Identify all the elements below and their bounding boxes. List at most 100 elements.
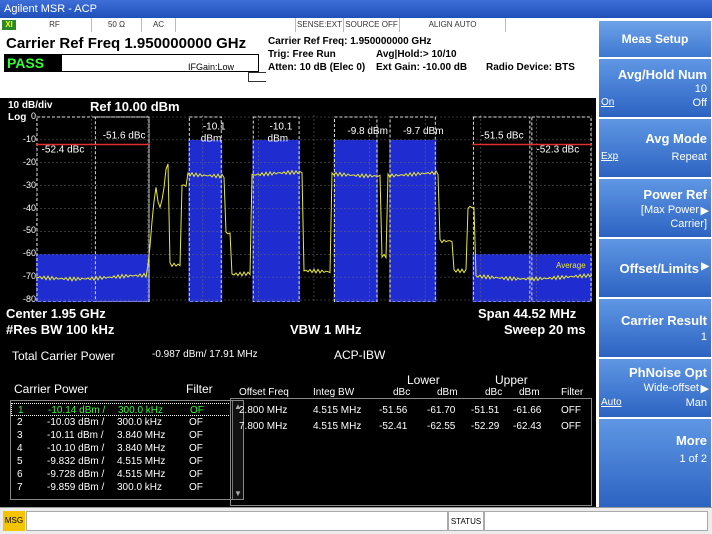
offset-freq-header: Offset Freq (239, 387, 289, 398)
offset-cell-bw: 4.515 MHz (313, 421, 362, 432)
offset-cell-filter: OFF (561, 421, 581, 432)
carrier-power-list[interactable]: 1 -10.14 dBm /300.0 kHz OF 2 -10.03 dBm / 300… (10, 400, 244, 500)
carrier-ref-freq-title: Carrier Ref Freq 1.950000000 GHz (6, 35, 247, 52)
msg-indicator[interactable]: MSG (3, 511, 25, 531)
carrier-row[interactable]: 2 -10.03 dBm / 300.0 kHz OF (11, 416, 233, 429)
offset-cell-udbc: -52.29 (471, 421, 500, 432)
carrier-cell-p: -10.03 dBm / (47, 417, 105, 428)
span: Span 44.52 MHz (478, 306, 577, 321)
trigger-icon (248, 72, 266, 82)
carrier-cell-bw: 4.515 MHz (117, 469, 166, 480)
offset-box-label: -52.3 dBc (536, 144, 579, 155)
carrier-row[interactable]: 1 -10.14 dBm /300.0 kHz OF (11, 403, 233, 416)
resolution-bandwidth: #Res BW 100 kHz (6, 322, 115, 337)
ext-gain: Ext Gain: -10.00 dB (376, 62, 468, 73)
ref-level: Ref 10.00 dBm (90, 99, 180, 114)
offset-cell-udbc: -51.51 (471, 405, 500, 416)
power-ref-line1: [Max Power (640, 204, 699, 216)
phnoise-auto: Auto (601, 397, 622, 408)
spectrum-plot[interactable]: -52.4 dBc-51.6 dBc-10.1dBm-10.1dBm-9.8 d… (36, 115, 592, 302)
y-tick-label: -60 (22, 248, 36, 259)
carrier-cell-p: -9.859 dBm / (47, 482, 105, 493)
average-label: Average (556, 261, 586, 270)
measurement-header: Carrier Ref Freq 1.950000000 GHz PASS IF… (0, 32, 596, 98)
acp-mode: ACP-IBW (334, 348, 386, 362)
channel-band (188, 139, 223, 302)
carrier-cell-bw: 3.840 MHz (117, 430, 166, 441)
carrier-cell-n: 2 (17, 417, 23, 428)
avg-mode-exp: Exp (601, 151, 619, 162)
offset-cell-freq: 7.800 MHz (239, 421, 288, 432)
carrier-cell-p: -10.11 dBm / (47, 430, 104, 441)
avg-hold-off: Off (692, 97, 707, 109)
offset-box-label: -9.7 dBm (403, 126, 444, 137)
carrier-cell-f: OF (189, 443, 203, 454)
carrier-row[interactable]: 3 -10.11 dBm / 3.840 MHz OF (11, 429, 233, 442)
video-bandwidth: VBW 1 MHz (290, 322, 362, 337)
carrier-cell-bw: 300.0 kHz (117, 417, 163, 428)
carrier-cell-n: 6 (17, 469, 23, 480)
y-tick-label: -40 (22, 202, 36, 213)
phnoise-opt-softkey[interactable]: PhNoise Opt Wide-offset ▶ Auto Man (599, 359, 711, 417)
avg-mode-softkey[interactable]: Avg Mode Exp Repeat (599, 119, 711, 177)
spectrum-display[interactable]: 10 dB/div Ref 10.00 dBm Log 0 -10 -20 -30 -4… (0, 98, 596, 342)
carrier-result-softkey[interactable]: Carrier Result 1 (599, 299, 711, 357)
pass-indicator: PASS (4, 54, 62, 72)
attenuation: Atten: 10 dB (Elec 0) (268, 62, 366, 73)
carrier-row[interactable]: 7 -9.859 dBm / 300.0 kHz OF (11, 481, 233, 494)
phnoise-man: Man (685, 397, 707, 409)
carrier-cell-bw: 3.840 MHz (117, 443, 166, 454)
scale-per-div: 10 dB/div (8, 100, 53, 111)
offset-box-label-unit: dBm (268, 134, 289, 145)
more-page: 1 of 2 (679, 453, 707, 465)
status-bar: MSG STATUS (0, 507, 712, 534)
y-tick-label: -20 (22, 156, 36, 167)
y-tick-label: -70 (22, 271, 36, 282)
offset-limits-title: Offset/Limits (619, 261, 699, 276)
softkey-panel: Meas Setup Avg/Hold Num 10 On Off Avg Mo… (596, 18, 712, 507)
power-ref-arrow-icon: ▶ (700, 205, 709, 217)
offset-cell-filter: OFF (561, 405, 581, 416)
carrier-row[interactable]: 4 -10.10 dBm / 3.840 MHz OF (11, 442, 233, 455)
y-tick-label: -50 (22, 225, 36, 236)
carrier-filter-label: Filter (186, 382, 213, 396)
toolbar-rf: RF (18, 18, 92, 32)
y-tick-label: -30 (22, 179, 36, 190)
carrier-result-value: 1 (700, 331, 707, 343)
carrier-cell-f: OF (189, 430, 203, 441)
carrier-cell-p: -9.832 dBm / (47, 456, 105, 467)
phnoise-title: PhNoise Opt (628, 365, 707, 380)
integ-bw-header: Integ BW (313, 387, 355, 398)
status-label[interactable]: STATUS (448, 511, 484, 531)
offset-cell-bw: 4.515 MHz (313, 405, 362, 416)
sweep-time: Sweep 20 ms (504, 322, 586, 337)
channel-band (333, 139, 378, 302)
avg-hold-num-softkey[interactable]: Avg/Hold Num 10 On Off (599, 59, 711, 117)
status-field (484, 511, 708, 531)
carrier-row[interactable]: 5 -9.832 dBm / 4.515 MHz OF (11, 455, 233, 468)
toolbar-impedance: 50 Ω (92, 18, 142, 32)
more-softkey[interactable]: More 1 of 2 (599, 419, 711, 507)
power-ref-softkey[interactable]: Power Ref [Max Power ▶ Carrier] (599, 179, 711, 237)
phnoise-line1: Wide-offset (643, 382, 699, 394)
offset-cell-ldbc: -51.56 (379, 405, 408, 416)
power-ref-title: Power Ref (643, 187, 707, 202)
lower-header: Lower (407, 373, 440, 387)
carrier-result-title: Carrier Result (621, 313, 707, 328)
carrier-cell-n: 3 (17, 430, 23, 441)
avg-hold-value: 10 (694, 83, 707, 95)
trigger-mode: Trig: Free Run (268, 49, 336, 60)
upper-header: Upper (495, 373, 528, 387)
carrier-cell-f: OF (189, 417, 203, 428)
toolbar-coupling: AC (142, 18, 176, 32)
carrier-ref-small: Carrier Ref Freq: 1.950000000 GHz (268, 36, 432, 47)
offset-limits-softkey[interactable]: Offset/Limits ▶ (599, 239, 711, 297)
offset-box-label: -9.8 dBm (347, 126, 388, 137)
y-tick-label: 0 (30, 111, 36, 121)
carrier-cell-f: OF (189, 469, 203, 480)
offset-cell-ldbc: -52.41 (379, 421, 408, 432)
carrier-power-label: Carrier Power (14, 382, 89, 396)
carrier-row[interactable]: 6 -9.728 dBm / 4.515 MHz OF (11, 468, 233, 481)
window-title: Agilent MSR - ACP (4, 3, 97, 15)
offset-cell-udbm: -62.43 (513, 421, 542, 432)
